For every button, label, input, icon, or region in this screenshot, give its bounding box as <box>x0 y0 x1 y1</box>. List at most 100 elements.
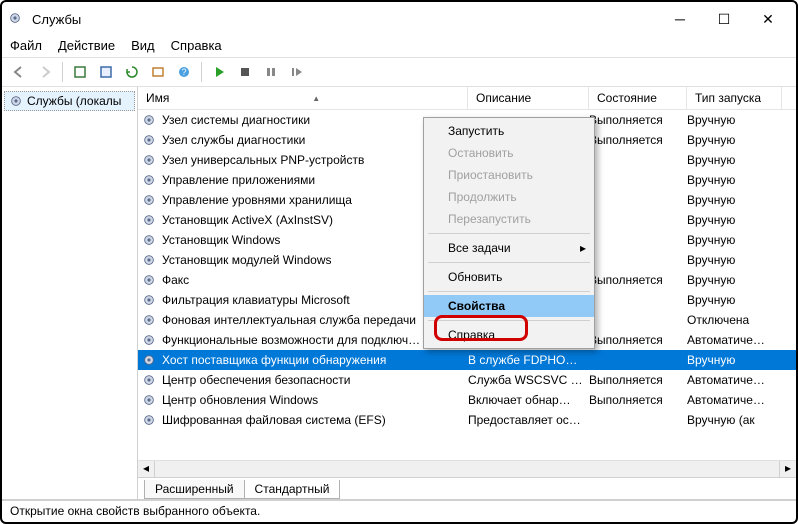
service-start: Вручную <box>687 293 782 307</box>
service-row[interactable]: Центр обеспечения безопасностиСлужба WSC… <box>138 370 796 390</box>
service-name: Шифрованная файловая система (EFS) <box>162 413 468 427</box>
gear-icon <box>142 133 156 147</box>
toolbar-icon-4[interactable] <box>147 61 169 83</box>
ctx-refresh[interactable]: Обновить <box>424 266 594 288</box>
service-start: Автоматиче… <box>687 373 782 387</box>
minimize-button[interactable]: ─ <box>658 4 702 34</box>
service-state: Выполняется <box>589 113 687 127</box>
col-header-start[interactable]: Тип запуска <box>687 87 782 109</box>
service-state: Выполняется <box>589 373 687 387</box>
gear-icon <box>142 413 156 427</box>
ctx-pause: Приостановить <box>424 164 594 186</box>
service-name: Центр обеспечения безопасности <box>162 373 468 387</box>
toolbar-icon-1[interactable] <box>69 61 91 83</box>
menu-action[interactable]: Действие <box>58 38 115 53</box>
service-row[interactable]: Хост поставщика функции обнаруженияВ слу… <box>138 350 796 370</box>
app-icon <box>8 11 24 27</box>
context-menu: Запустить Остановить Приостановить Продо… <box>423 117 595 349</box>
menu-file[interactable]: Файл <box>10 38 42 53</box>
play-button[interactable] <box>208 61 230 83</box>
service-start: Автоматиче… <box>687 333 782 347</box>
gear-icon <box>142 353 156 367</box>
menubar: Файл Действие Вид Справка <box>2 36 796 57</box>
gear-icon <box>142 273 156 287</box>
left-tree-pane: Службы (локалы <box>2 87 138 499</box>
service-name: Хост поставщика функции обнаружения <box>162 353 468 367</box>
menu-view[interactable]: Вид <box>131 38 155 53</box>
toolbar-refresh-icon[interactable] <box>121 61 143 83</box>
stop-button[interactable] <box>234 61 256 83</box>
service-desc: Служба WSCSVC … <box>468 373 589 387</box>
service-start: Вручную <box>687 353 782 367</box>
gear-icon <box>142 233 156 247</box>
ctx-properties[interactable]: Свойства <box>424 295 594 317</box>
gear-icon <box>142 313 156 327</box>
col-header-name[interactable]: Имя▲ <box>138 87 468 109</box>
content-area: Службы (локалы Имя▲ Описание Состояние Т… <box>2 87 796 500</box>
pause-button[interactable] <box>260 61 282 83</box>
ctx-resume: Продолжить <box>424 186 594 208</box>
back-button[interactable] <box>8 61 30 83</box>
service-start: Автоматиче… <box>687 393 782 407</box>
toolbar-help-icon[interactable]: ? <box>173 61 195 83</box>
service-start: Вручную <box>687 153 782 167</box>
service-desc: Предоставляет ос… <box>468 413 589 427</box>
service-start: Вручную <box>687 133 782 147</box>
gear-icon <box>142 293 156 307</box>
ctx-restart: Перезапустить <box>424 208 594 230</box>
restart-button[interactable] <box>286 61 308 83</box>
titlebar: Службы ─ ☐ ✕ <box>2 2 796 36</box>
ctx-all-tasks[interactable]: Все задачи▸ <box>424 237 594 259</box>
service-state: Выполняется <box>589 393 687 407</box>
service-state: Выполняется <box>589 333 687 347</box>
col-header-desc[interactable]: Описание <box>468 87 589 109</box>
service-row[interactable]: Шифрованная файловая система (EFS)Предос… <box>138 410 796 430</box>
service-start: Вручную <box>687 253 782 267</box>
gear-icon <box>142 153 156 167</box>
tabs: Расширенный Стандартный <box>138 477 796 499</box>
col-header-state[interactable]: Состояние <box>589 87 687 109</box>
gear-icon <box>142 213 156 227</box>
svg-text:?: ? <box>181 67 186 77</box>
horizontal-scrollbar[interactable]: ◂▸ <box>138 460 796 477</box>
service-start: Вручную <box>687 193 782 207</box>
gear-icon <box>9 94 23 108</box>
sort-indicator-icon: ▲ <box>312 94 320 103</box>
gear-icon <box>142 193 156 207</box>
service-desc: Включает обнар… <box>468 393 589 407</box>
forward-button[interactable] <box>34 61 56 83</box>
toolbar-icon-2[interactable] <box>95 61 117 83</box>
statusbar: Открытие окна свойств выбранного объекта… <box>2 500 796 522</box>
gear-icon <box>142 253 156 267</box>
service-start: Вручную <box>687 273 782 287</box>
tree-item-label: Службы (локалы <box>27 94 121 108</box>
tab-extended[interactable]: Расширенный <box>144 480 245 499</box>
gear-icon <box>142 113 156 127</box>
maximize-button[interactable]: ☐ <box>702 4 746 34</box>
chevron-right-icon: ▸ <box>580 241 586 255</box>
gear-icon <box>142 393 156 407</box>
service-start: Отключена <box>687 313 782 327</box>
tree-item-services-local[interactable]: Службы (локалы <box>4 91 135 111</box>
service-state: Выполняется <box>589 133 687 147</box>
close-button[interactable]: ✕ <box>746 4 790 34</box>
gear-icon <box>142 333 156 347</box>
service-start: Вручную <box>687 233 782 247</box>
menu-help[interactable]: Справка <box>171 38 222 53</box>
window-title: Службы <box>32 12 658 27</box>
service-start: Вручную <box>687 173 782 187</box>
tab-standard[interactable]: Стандартный <box>244 480 341 499</box>
service-row[interactable]: Центр обновления WindowsВключает обнар…В… <box>138 390 796 410</box>
gear-icon <box>142 373 156 387</box>
ctx-stop: Остановить <box>424 142 594 164</box>
ctx-help[interactable]: Справка <box>424 324 594 346</box>
list-header: Имя▲ Описание Состояние Тип запуска <box>138 87 796 110</box>
service-name: Центр обновления Windows <box>162 393 468 407</box>
service-start: Вручную (ак <box>687 413 782 427</box>
service-start: Вручную <box>687 113 782 127</box>
service-state: Выполняется <box>589 273 687 287</box>
gear-icon <box>142 173 156 187</box>
ctx-start[interactable]: Запустить <box>424 120 594 142</box>
toolbar: ? <box>2 57 796 87</box>
service-start: Вручную <box>687 213 782 227</box>
